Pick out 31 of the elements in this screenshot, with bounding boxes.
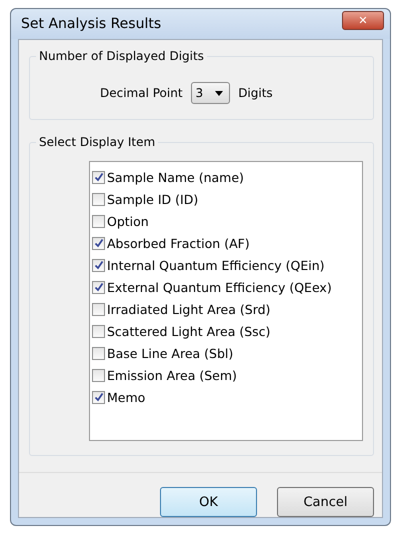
field-label: Decimal Point — [100, 86, 183, 100]
checkbox-label[interactable]: Emission Area (Sem) — [107, 368, 237, 382]
checkbox[interactable] — [92, 390, 105, 404]
checkbox[interactable] — [92, 192, 105, 206]
checkbox-label[interactable]: Memo — [107, 390, 146, 404]
unit-label: Digits — [238, 86, 273, 100]
checkbox[interactable] — [92, 302, 105, 316]
checkbox-label[interactable]: Internal Quantum Efficiency (QEin) — [107, 258, 325, 272]
checkbox[interactable] — [92, 258, 105, 272]
checkbox[interactable] — [92, 214, 105, 228]
checkbox[interactable] — [92, 324, 105, 338]
checkbox-label[interactable]: Irradiated Light Area (Srd) — [107, 302, 270, 316]
caret-icon — [215, 90, 224, 96]
checkbox-label[interactable]: Absorbed Fraction (AF) — [107, 236, 250, 250]
checkbox-label[interactable]: Scattered Light Area (Ssc) — [107, 324, 270, 338]
checkbox[interactable] — [92, 280, 105, 294]
checkbox-label[interactable]: Sample ID (ID) — [107, 192, 198, 206]
group-title: Number of Displayed Digits — [36, 49, 207, 63]
group-title: Select Display Item — [36, 135, 158, 149]
window-title: Set Analysis Results — [21, 16, 162, 32]
dialog-button[interactable]: OK — [160, 487, 257, 517]
checkbox-label[interactable]: Option — [107, 214, 149, 228]
checkbox[interactable] — [92, 368, 105, 382]
checkbox[interactable] — [92, 236, 105, 250]
checkbox[interactable] — [92, 346, 105, 360]
dialog-button[interactable]: Cancel — [277, 487, 374, 517]
checkbox[interactable] — [92, 170, 105, 184]
checkbox-label[interactable]: Sample Name (name) — [107, 170, 244, 184]
checkbox-label[interactable]: Base Line Area (Sbl) — [107, 346, 234, 360]
decimal-dropdown[interactable]: 3 — [190, 82, 230, 104]
checkbox-label[interactable]: External Quantum Efficiency (QEex) — [107, 280, 332, 294]
